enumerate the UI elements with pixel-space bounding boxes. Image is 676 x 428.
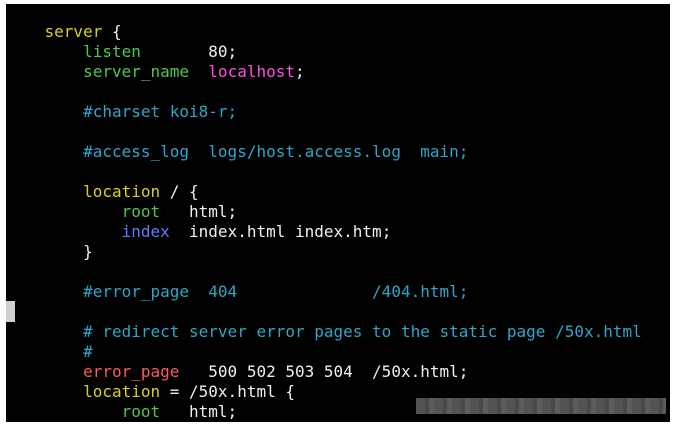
code-token: index.html index.htm; [169,222,392,241]
code-token: #charset koi8-r; [83,102,238,121]
code-token: = /50x.html { [160,382,295,401]
blurred-watermark [416,398,666,414]
code-token: root [121,402,161,421]
code-token: server [44,22,103,41]
code-line: error_page 500 502 503 504 /50x.html; [6,362,642,382]
code-line: listen 80; [6,42,642,62]
code-line: #error_page 404 /404.html; [6,282,642,302]
code-token: #error_page 404 /404.html; [83,282,469,301]
code-token: #access_log logs/host.access.log main; [83,142,469,161]
code-token: localhost [208,62,295,81]
code-line: #charset koi8-r; [6,102,642,122]
code-token: html; [160,402,238,421]
code-token: listen [83,42,141,61]
code-token: index [121,222,170,241]
code-token: root [121,202,161,221]
code-line: location / { [6,182,642,202]
code-token: { [102,22,122,41]
code-token: server_name [83,62,190,81]
code-line: root html; [6,202,642,222]
code-line: # [6,342,642,362]
code-token: # redirect server error pages to the sta… [83,322,642,341]
code-editor[interactable]: server { listen 80; server_name localhos… [6,22,642,422]
code-token: / { [160,182,199,201]
code-token: location [83,182,161,201]
code-token: ; [295,62,305,81]
code-token: html; [160,202,238,221]
code-line: server { [6,22,642,42]
code-token: error_page [83,362,180,381]
code-line: # redirect server error pages to the sta… [6,322,642,342]
terminal-window[interactable]: server { listen 80; server_name localhos… [6,4,670,422]
code-token: 80; [140,42,238,61]
code-line: #access_log logs/host.access.log main; [6,142,642,162]
code-token: } [6,242,93,261]
code-token: 500 502 503 504 /50x.html; [179,362,469,381]
code-line: } [6,242,642,262]
code-token: location [83,382,161,401]
text-cursor [6,301,15,322]
code-token: # [83,342,93,361]
code-line: server_name localhost; [6,62,642,82]
code-line: index index.html index.htm; [6,222,642,242]
